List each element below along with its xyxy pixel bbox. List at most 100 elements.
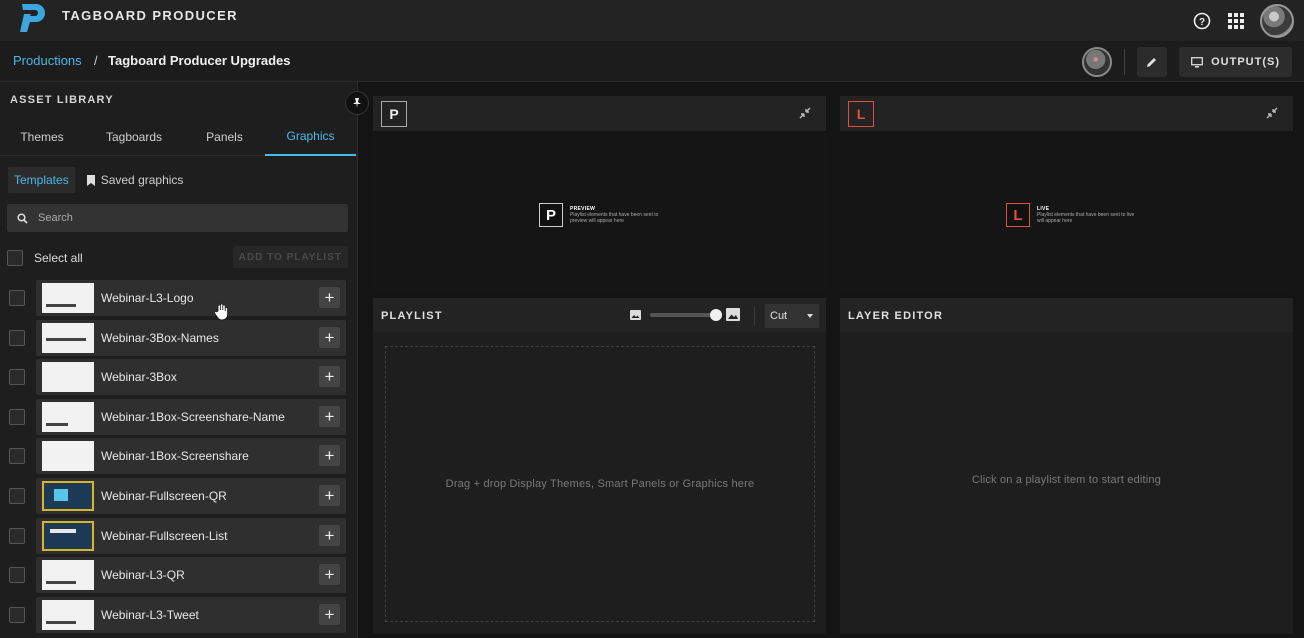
user-avatar[interactable]: [1260, 3, 1294, 38]
edit-button[interactable]: [1137, 47, 1168, 77]
asset-card[interactable]: Webinar-L3-Tweet +: [36, 597, 346, 633]
slider-handle[interactable]: [710, 309, 722, 321]
select-all-checkbox[interactable]: [7, 250, 23, 266]
asset-checkbox[interactable]: [9, 567, 25, 583]
image-small-icon: [630, 310, 641, 320]
list-item[interactable]: Webinar-3Box-Names +: [0, 320, 358, 356]
asset-checkbox[interactable]: [9, 290, 25, 306]
add-asset-button[interactable]: +: [319, 366, 340, 387]
asset-card[interactable]: Webinar-1Box-Screenshare +: [36, 438, 346, 474]
list-item[interactable]: Webinar-L3-Tweet +: [0, 597, 358, 633]
hand-cursor-icon: [214, 303, 229, 321]
transition-select[interactable]: Cut: [765, 304, 819, 328]
slider-track[interactable]: [650, 313, 718, 317]
breadcrumb-productions-link[interactable]: Productions: [13, 53, 82, 68]
asset-name: Webinar-1Box-Screenshare: [101, 449, 249, 463]
add-asset-button[interactable]: +: [319, 406, 340, 427]
toolbar-divider: [1124, 49, 1126, 75]
search-input[interactable]: [38, 212, 318, 224]
asset-card[interactable]: Webinar-L3-Logo +: [36, 280, 346, 316]
preview-panel-header: P: [373, 96, 826, 131]
add-asset-button[interactable]: +: [319, 287, 340, 308]
asset-tabs: Themes Tagboards Panels Graphics: [0, 118, 357, 156]
list-item[interactable]: Webinar-L3-Logo +: [0, 280, 358, 316]
live-badge: L: [848, 101, 874, 127]
playlist-header: PLAYLIST Cut: [373, 298, 826, 332]
apps-grid-icon[interactable]: [1226, 11, 1246, 31]
tab-graphics[interactable]: Graphics: [265, 118, 356, 156]
subtab-templates[interactable]: Templates: [8, 167, 75, 193]
tagboard-logo-icon[interactable]: [18, 2, 48, 34]
tab-panels[interactable]: Panels: [184, 118, 265, 156]
preview-badge: P: [381, 101, 407, 127]
collaborator-avatar[interactable]: [1082, 47, 1113, 77]
list-item[interactable]: Webinar-Fullscreen-List +: [0, 518, 358, 554]
asset-card[interactable]: Webinar-Fullscreen-QR +: [36, 478, 346, 514]
breadcrumb-separator: /: [94, 53, 98, 68]
tab-themes[interactable]: Themes: [0, 118, 84, 156]
asset-checkbox[interactable]: [9, 528, 25, 544]
subtab-saved-graphics[interactable]: Saved graphics: [81, 167, 190, 193]
list-item[interactable]: Webinar-3Box +: [0, 359, 358, 395]
asset-thumbnail: [42, 481, 94, 511]
asset-checkbox[interactable]: [9, 409, 25, 425]
main-workspace: P P PREVIEW Playlist elements that have …: [358, 82, 1304, 638]
asset-thumbnail: [42, 283, 94, 313]
transition-value: Cut: [770, 310, 788, 322]
add-asset-button[interactable]: +: [319, 525, 340, 546]
asset-library-title: ASSET LIBRARY: [10, 94, 114, 106]
add-asset-button[interactable]: +: [319, 604, 340, 625]
asset-checkbox[interactable]: [9, 448, 25, 464]
select-all-row: Select all ADD TO PLAYLIST: [7, 246, 348, 268]
search-icon: [17, 212, 28, 224]
live-panel-header: L: [840, 96, 1293, 131]
asset-card[interactable]: Webinar-1Box-Screenshare-Name +: [36, 399, 346, 435]
asset-card[interactable]: Webinar-Fullscreen-List +: [36, 518, 346, 554]
asset-thumbnail: [42, 362, 94, 392]
image-large-icon: [726, 308, 740, 321]
asset-name: Webinar-L3-QR: [101, 568, 185, 582]
asset-card[interactable]: Webinar-3Box-Names +: [36, 320, 346, 356]
select-all-label[interactable]: Select all: [34, 251, 83, 265]
layer-editor-title: LAYER EDITOR: [848, 310, 944, 322]
asset-card[interactable]: Webinar-3Box +: [36, 359, 346, 395]
pin-sidebar-button[interactable]: [345, 91, 369, 115]
add-asset-button[interactable]: +: [319, 485, 340, 506]
asset-checkbox[interactable]: [9, 369, 25, 385]
layer-editor-panel: LAYER EDITOR Click on a playlist item to…: [840, 298, 1293, 634]
live-mini-badge: L: [1006, 203, 1030, 227]
list-item[interactable]: Webinar-1Box-Screenshare +: [0, 438, 358, 474]
subtab-saved-label: Saved graphics: [100, 173, 184, 187]
asset-thumbnail: [42, 600, 94, 630]
asset-checkbox[interactable]: [9, 607, 25, 623]
add-to-playlist-button[interactable]: ADD TO PLAYLIST: [232, 246, 348, 268]
asset-name: Webinar-Fullscreen-QR: [101, 489, 227, 503]
outputs-button[interactable]: OUTPUT(S): [1179, 47, 1292, 77]
collapse-icon[interactable]: [1265, 106, 1279, 120]
tab-tagboards[interactable]: Tagboards: [84, 118, 184, 156]
list-item[interactable]: Webinar-1Box-Screenshare-Name +: [0, 399, 358, 435]
header-divider: [754, 306, 755, 326]
list-item[interactable]: Webinar-L3-QR +: [0, 557, 358, 593]
asset-name: Webinar-1Box-Screenshare-Name: [101, 410, 285, 424]
asset-checkbox[interactable]: [9, 488, 25, 504]
asset-card[interactable]: Webinar-L3-QR +: [36, 557, 346, 593]
layer-editor-empty-message: Click on a playlist item to start editin…: [971, 474, 1162, 486]
layer-editor-header: LAYER EDITOR: [840, 298, 1293, 332]
help-icon[interactable]: ?: [1192, 11, 1212, 31]
breadcrumb: Productions / Tagboard Producer Upgrades…: [0, 41, 1304, 82]
add-asset-button[interactable]: +: [319, 445, 340, 466]
dropzone-text: Drag + drop Display Themes, Smart Panels…: [445, 478, 755, 490]
collapse-icon[interactable]: [798, 106, 812, 120]
subtab-templates-label: Templates: [14, 173, 69, 187]
add-asset-button[interactable]: +: [319, 564, 340, 585]
edit-icon: [1147, 58, 1157, 67]
asset-checkbox[interactable]: [9, 330, 25, 346]
thumbnail-size-slider[interactable]: [630, 308, 742, 322]
search-field[interactable]: [7, 204, 348, 232]
playlist-dropzone[interactable]: Drag + drop Display Themes, Smart Panels…: [385, 346, 815, 622]
app-header: TAGBOARD PRODUCER ?: [0, 0, 1304, 41]
outputs-label: OUTPUT(S): [1211, 56, 1280, 68]
list-item[interactable]: Webinar-Fullscreen-QR +: [0, 478, 358, 514]
add-asset-button[interactable]: +: [319, 327, 340, 348]
